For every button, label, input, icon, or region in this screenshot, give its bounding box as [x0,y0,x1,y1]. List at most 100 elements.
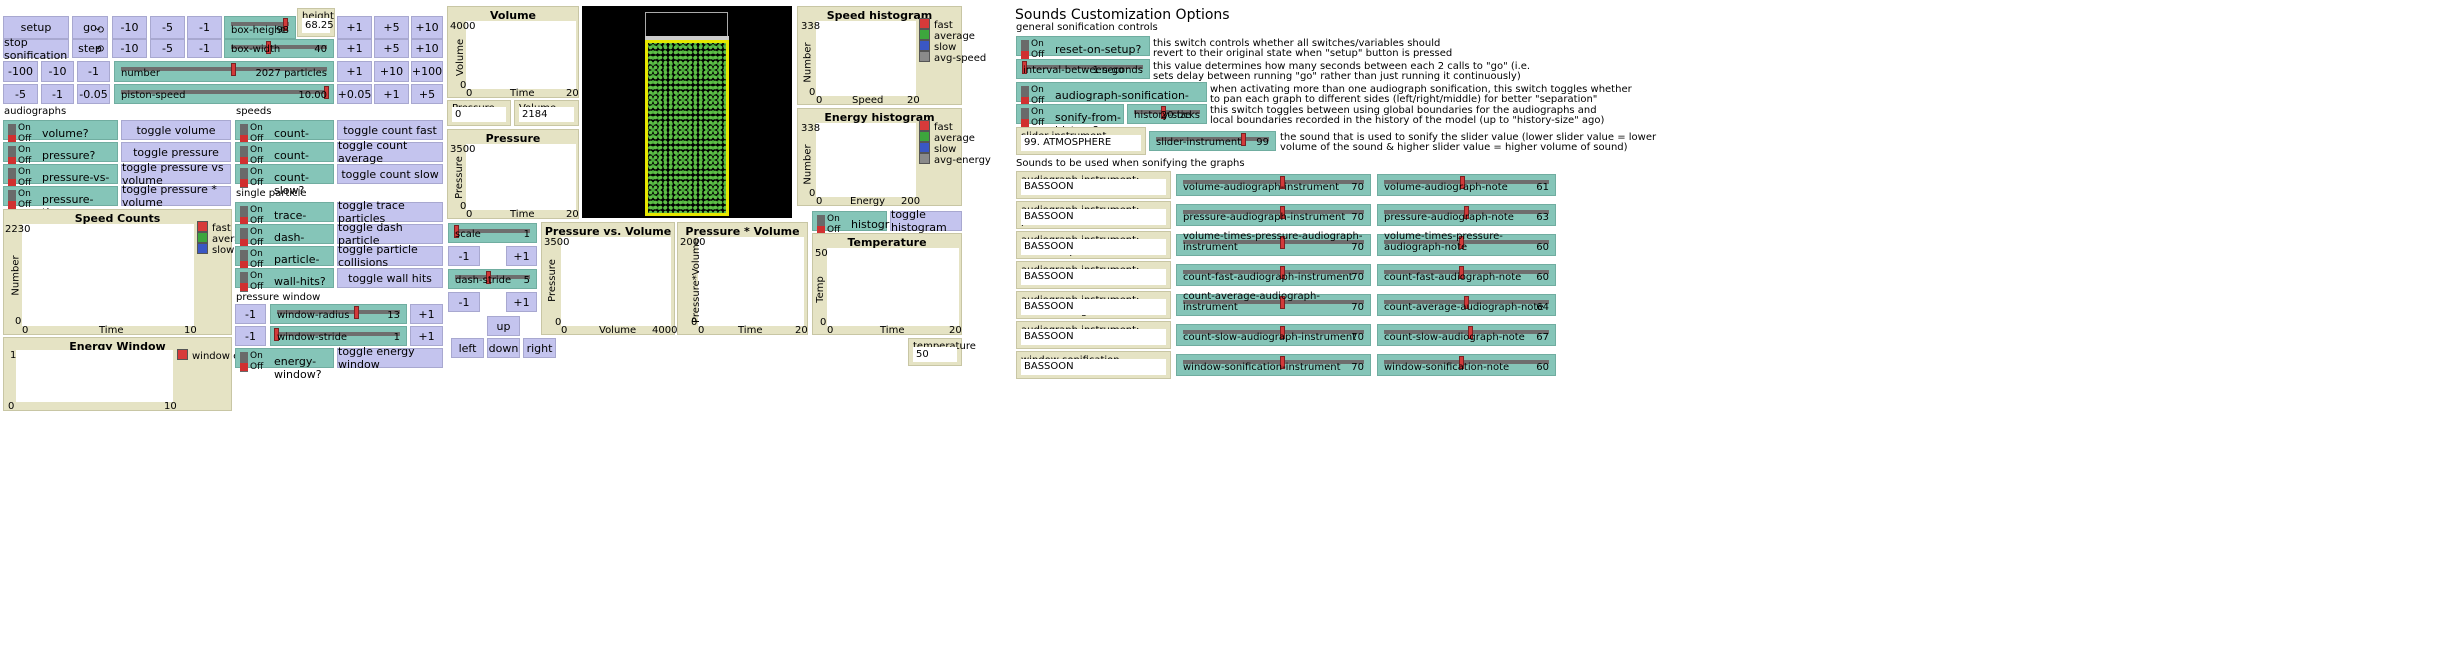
toggle-wall-hits-button[interactable]: toggle wall hits [337,268,443,288]
toggle-count-slow-button[interactable]: toggle count slow [337,164,443,184]
slider-thumb[interactable] [1241,133,1247,146]
toggle-pressure-times-volume-button[interactable]: toggle pressure * volume [121,183,231,209]
increment-5-button[interactable]: +5 [374,16,409,39]
interval-between-go-slider[interactable]: interval-between-go 1 seconds [1016,59,1150,79]
toggle-pressure-button[interactable]: toggle pressure [121,142,231,162]
scale-slider[interactable]: scale 1 [448,223,537,243]
world-view[interactable] [582,6,792,218]
dash-decrement-button[interactable]: -1 [448,292,480,312]
number-slider[interactable]: number 2027 particles [114,61,334,82]
note-slider[interactable]: count-fast-audiograph-note 60 [1377,264,1556,286]
piston-increment-5-button[interactable]: +5 [411,84,443,104]
go-button[interactable]: go ⟲ [72,16,108,39]
instrument-chooser[interactable]: audiograph instrument: volumeBASSOON [1016,171,1171,199]
number-increment-10-button[interactable]: +10 [374,61,409,82]
note-slider[interactable]: volume-audiograph-note 61 [1377,174,1556,196]
toggle-dash-particle-button[interactable]: toggle dash particle [337,221,443,247]
window-radius-slider[interactable]: window-radius 13 [270,304,407,324]
instrument-chooser[interactable]: audiograph instrument: count fastBASSOON [1016,261,1171,289]
stride-increment-button[interactable]: +1 [410,326,443,346]
toggle-particle-collisions-button[interactable]: toggle particle collisions [337,243,443,269]
count-fast-switch[interactable]: OnOffcount-fast? [235,120,334,153]
instrument-chooser[interactable]: audiograph instrument: volume * pressure… [1016,231,1171,259]
volume-switch[interactable]: On Off volume? [3,120,118,144]
increment-10-button[interactable]: +10 [411,16,443,39]
note-slider[interactable]: pressure-audiograph-note 63 [1377,204,1556,226]
toggle-trace-particles-button[interactable]: toggle trace particles [337,199,443,225]
histogram-switch[interactable]: On Off histogram? [812,211,913,235]
reset-on-setup-switch[interactable]: On Off reset-on-setup? [1016,36,1150,60]
toggle-histogram-button[interactable]: toggle histogram [890,208,962,234]
instrument-chooser[interactable]: window sonification instrumentBASSOON [1016,351,1171,379]
slider-thumb[interactable] [231,63,237,76]
instrument-slider[interactable]: volume-audiograph-instrument 70 [1176,174,1371,196]
toggle-volume-button[interactable]: toggle volume [121,120,231,140]
width-increment-10-button[interactable]: +10 [411,39,443,58]
wall-hits-switch[interactable]: On Off wall-hits? [235,268,334,292]
number-increment-100-button[interactable]: +100 [411,61,443,82]
scale-increment-button[interactable]: +1 [506,246,537,266]
piston-speed-slider[interactable]: piston-speed 10.00 [114,84,334,104]
decrement-5-button[interactable]: -5 [150,16,185,39]
dash-stride-slider[interactable]: dash-stride 5 [448,269,537,289]
increment-1-button[interactable]: +1 [337,16,372,39]
right-button[interactable]: right [523,338,556,358]
count-average-switch[interactable]: OnOffcount-average? [235,142,334,175]
width-decrement-1-button[interactable]: -1 [187,39,222,58]
slider-instrument-slider[interactable]: slider-instrument 99 [1149,131,1276,151]
number-decrement-100-button[interactable]: -100 [3,61,38,82]
width-increment-5-button[interactable]: +5 [374,39,409,58]
pressure-times-volume-switch[interactable]: OnOffpressure-times-volume? [3,186,118,232]
step-button[interactable]: step ⟲ [72,39,108,58]
toggle-pressure-vs-volume-button[interactable]: toggle pressure vs volume [121,161,231,187]
pressure-vs-volume-switch[interactable]: OnOffpressure-vs-volume? [3,164,118,197]
scale-decrement-button[interactable]: -1 [448,246,480,266]
orientation-switch[interactable]: OnOffaudiograph-sonification-orientation… [1016,82,1207,115]
instrument-slider[interactable]: count-slow-audiograph-instrument 70 [1176,324,1371,346]
sonify-from-history-switch[interactable]: OnOffsonify-from-history? [1016,104,1124,137]
instrument-chooser[interactable]: audiograph instrument: count averageBASS… [1016,291,1171,319]
box-width-slider[interactable]: box-width 40 [224,39,334,58]
radius-increment-button[interactable]: +1 [410,304,443,324]
piston-decrement-005-button[interactable]: -0.05 [77,84,110,104]
piston-increment-005-button[interactable]: +0.05 [337,84,372,104]
box-height-slider[interactable]: box-height 98 [224,16,296,39]
instrument-slider[interactable]: pressure-audiograph-instrument 70 [1176,204,1371,226]
trace-particle-switch[interactable]: OnOfftrace-particle? [235,202,334,235]
toggle-count-fast-button[interactable]: toggle count fast [337,120,443,140]
up-button[interactable]: up [487,316,520,336]
dash-increment-button[interactable]: +1 [506,292,537,312]
slider-thumb[interactable] [353,306,359,319]
width-decrement-5-button[interactable]: -5 [150,39,185,58]
stride-decrement-button[interactable]: -1 [235,326,266,346]
energy-window-switch[interactable]: On Off energy-window? [235,348,334,381]
dash-particle-switch[interactable]: OnOffdash-particle? [235,224,334,257]
note-slider[interactable]: volume-times-pressure-audiograph-note 60 [1377,231,1556,256]
number-increment-1-button[interactable]: +1 [337,61,372,82]
particle-collisions-switch[interactable]: OnOffparticle-collisions? [235,246,334,279]
toggle-count-average-button[interactable]: toggle count average [337,139,443,165]
instrument-slider[interactable]: count-average-audiograph-instrument 70 [1176,291,1371,316]
down-button[interactable]: down [487,338,520,358]
number-decrement-1-button[interactable]: -1 [77,61,110,82]
width-decrement-10-button[interactable]: -10 [112,39,147,58]
instrument-chooser[interactable]: audiograph instrument: pressureBASSOON [1016,201,1171,229]
radius-decrement-button[interactable]: -1 [235,304,266,324]
note-slider[interactable]: window-sonification-note 60 [1377,354,1556,376]
slider-instrument-chooser[interactable]: slider instrument99. ATMOSPHERE [1016,127,1146,155]
note-slider[interactable]: count-average-audiograph-note 64 [1377,294,1556,316]
instrument-slider[interactable]: volume-times-pressure-audiograph-instrum… [1176,231,1371,256]
piston-decrement-5-button[interactable]: -5 [3,84,38,104]
instrument-slider[interactable]: count-fast-audiograph-instrument 70 [1176,264,1371,286]
decrement-10-button[interactable]: -10 [112,16,147,39]
pressure-switch[interactable]: On Off pressure? [3,142,118,166]
toggle-energy-window-button[interactable]: toggle energy window [337,345,443,371]
piston-increment-1-button[interactable]: +1 [374,84,409,104]
instrument-chooser[interactable]: audiograph instrument: count slowBASSOON [1016,321,1171,349]
count-slow-switch[interactable]: On Off count-slow? [235,164,334,197]
number-decrement-10-button[interactable]: -10 [41,61,74,82]
note-slider[interactable]: count-slow-audiograph-note 67 [1377,324,1556,346]
decrement-1-button[interactable]: -1 [187,16,222,39]
width-increment-1-button[interactable]: +1 [337,39,372,58]
window-stride-slider[interactable]: window-stride 1 [270,326,407,346]
